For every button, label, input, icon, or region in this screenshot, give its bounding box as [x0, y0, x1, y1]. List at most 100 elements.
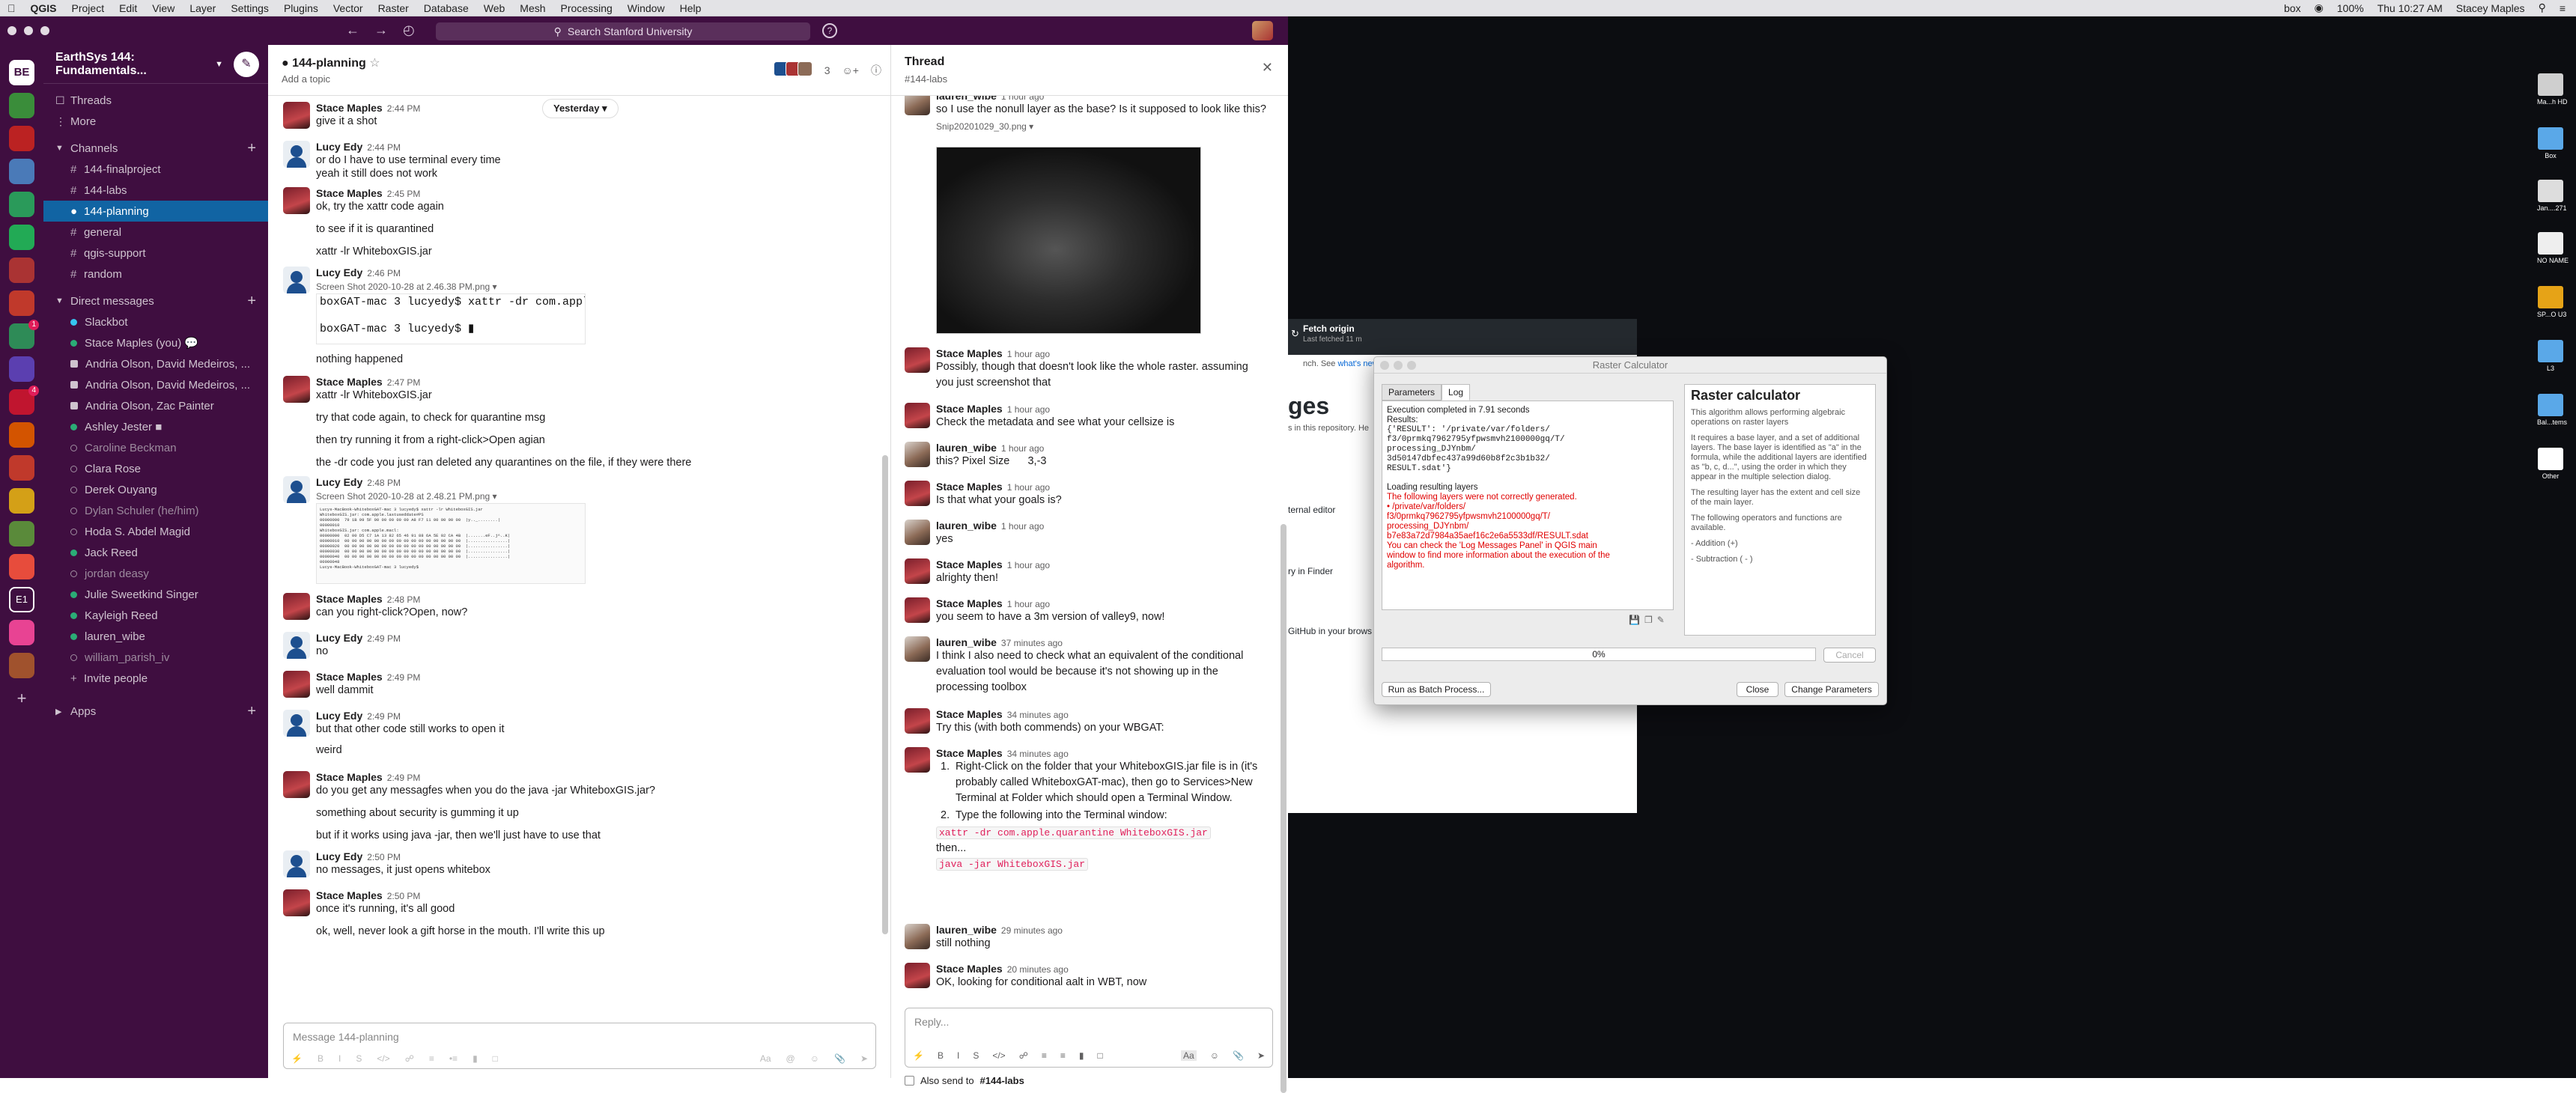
menu-layer[interactable]: Layer: [182, 2, 223, 14]
menu-database[interactable]: Database: [416, 2, 476, 14]
also-send-checkbox[interactable]: [905, 1076, 914, 1086]
sidebar-dm[interactable]: Dylan Schuler (he/him): [43, 500, 268, 521]
avatar[interactable]: [905, 481, 930, 506]
workspace-icon[interactable]: [9, 422, 34, 448]
timestamp[interactable]: 2:44 PM: [387, 103, 421, 114]
workspace-icon[interactable]: [9, 126, 34, 151]
screenshot-terminal[interactable]: boxGAT-mac 3 lucyedy$ xattr -dr com.appl…: [316, 293, 586, 344]
timestamp[interactable]: 20 minutes ago: [1007, 964, 1069, 975]
workspace-icon[interactable]: [9, 159, 34, 184]
copy-log-icon[interactable]: ❐: [1644, 615, 1653, 625]
author[interactable]: Stace Maples: [316, 376, 383, 388]
workspace-icon[interactable]: [9, 258, 34, 283]
author[interactable]: Stace Maples: [936, 403, 1003, 415]
workspace-icon[interactable]: [9, 192, 34, 217]
sidebar-dm[interactable]: Caroline Beckman: [43, 437, 268, 458]
timestamp[interactable]: 1 hour ago: [1007, 560, 1050, 570]
add-dm-icon[interactable]: +: [247, 293, 256, 310]
back-arrow-icon[interactable]: ←: [346, 22, 359, 38]
close-window-button[interactable]: [1380, 361, 1389, 370]
timestamp[interactable]: 29 minutes ago: [1001, 925, 1063, 936]
timestamp[interactable]: 2:46 PM: [367, 268, 401, 278]
caret-right-icon[interactable]: ▶: [55, 707, 70, 716]
avatar[interactable]: [283, 267, 310, 293]
help-panel[interactable]: Raster calculator This algorithm allows …: [1684, 384, 1876, 636]
author[interactable]: lauren_wibe: [936, 96, 997, 102]
log-panel[interactable]: Execution completed in 7.91 seconds Resul…: [1382, 401, 1674, 610]
sidebar-dm[interactable]: Andria Olson, David Medeiros, ...: [43, 374, 268, 395]
workspace-icon[interactable]: [9, 93, 34, 118]
caret-down-icon[interactable]: ▼: [55, 144, 70, 153]
sidebar-dm[interactable]: lauren_wibe: [43, 626, 268, 647]
sidebar-threads[interactable]: ☐ Threads: [43, 90, 268, 111]
thread-channel[interactable]: #144-labs: [905, 73, 947, 85]
add-workspace-icon[interactable]: +: [9, 686, 34, 711]
emoji-icon[interactable]: ☺: [1210, 1050, 1219, 1061]
code-block-icon[interactable]: □: [493, 1053, 498, 1064]
bullet-list-icon[interactable]: ≡: [1042, 1050, 1047, 1061]
avatar[interactable]: [905, 403, 930, 428]
ordered-list-icon[interactable]: ≡: [1060, 1050, 1066, 1061]
info-icon[interactable]: ⓘ: [871, 63, 881, 78]
desktop-item-hd[interactable]: Ma...h HD: [2537, 73, 2568, 106]
sidebar-dm[interactable]: Julie Sweetkind Singer: [43, 584, 268, 605]
timestamp[interactable]: 34 minutes ago: [1007, 749, 1069, 759]
apps-section[interactable]: ▶ Apps +: [43, 701, 268, 722]
menu-app-name[interactable]: QGIS: [23, 2, 64, 14]
avatar[interactable]: [283, 376, 310, 403]
search-icon[interactable]: ⚲: [2539, 1, 2546, 14]
timestamp[interactable]: 2:44 PM: [367, 142, 401, 153]
bullet-list-icon[interactable]: •≡: [449, 1053, 458, 1064]
sidebar-dm[interactable]: Kayleigh Reed: [43, 605, 268, 626]
desktop-item-other[interactable]: Other: [2537, 448, 2564, 480]
workspace-icon[interactable]: [9, 455, 34, 481]
code-icon[interactable]: </>: [992, 1050, 1005, 1061]
link-icon[interactable]: ☍: [405, 1053, 414, 1064]
ordered-list-icon[interactable]: ≡: [429, 1053, 434, 1064]
control-center-icon[interactable]: ≡: [2560, 2, 2566, 14]
channels-section[interactable]: ▼ Channels +: [43, 138, 268, 159]
workspace-e1[interactable]: E1: [9, 587, 34, 612]
menu-view[interactable]: View: [145, 2, 182, 14]
reply-input[interactable]: Reply... ⚡ B I S </> ☍ ≡ ≡ ▮ □ Aa ☺ 📎 ➤: [905, 1008, 1273, 1068]
format-icon[interactable]: Aa: [760, 1053, 771, 1064]
star-icon[interactable]: ☆: [369, 57, 380, 70]
timestamp[interactable]: 2:49 PM: [387, 672, 421, 683]
workspace-icon[interactable]: [9, 290, 34, 316]
menu-project[interactable]: Project: [64, 2, 112, 14]
sidebar-dm[interactable]: Clara Rose: [43, 458, 268, 479]
mention-icon[interactable]: @: [786, 1053, 795, 1064]
attach-icon[interactable]: 📎: [1233, 1050, 1244, 1061]
raster-screenshot-image[interactable]: [936, 147, 1201, 334]
author[interactable]: Stace Maples: [316, 187, 383, 199]
sidebar-channel-active[interactable]: ● 144-planning: [43, 201, 268, 222]
menu-help[interactable]: Help: [672, 2, 709, 14]
sidebar-dm[interactable]: Slackbot: [43, 311, 268, 332]
author[interactable]: lauren_wibe: [936, 636, 997, 648]
sidebar-more[interactable]: ⋮ More: [43, 111, 268, 132]
workspace-icon[interactable]: [9, 356, 34, 382]
run-batch-button[interactable]: Run as Batch Process...: [1382, 682, 1491, 697]
date-divider-pill[interactable]: Yesterday ▾: [542, 99, 619, 118]
menu-web[interactable]: Web: [476, 2, 513, 14]
avatar[interactable]: [905, 597, 930, 623]
sidebar-dm[interactable]: Andria Olson, David Medeiros, ...: [43, 353, 268, 374]
author[interactable]: Stace Maples: [936, 481, 1003, 493]
user-avatar[interactable]: [1252, 21, 1273, 40]
author[interactable]: Lucy Edy: [316, 141, 362, 153]
avatar[interactable]: [905, 347, 930, 373]
sidebar-dm[interactable]: Jack Reed: [43, 542, 268, 563]
avatar[interactable]: [905, 636, 930, 662]
file-attachment-name[interactable]: Screen Shot 2020-10-28 at 2.46.38 PM.png…: [316, 281, 497, 292]
clear-log-icon[interactable]: ✎: [1657, 615, 1665, 625]
author[interactable]: lauren_wibe: [936, 924, 997, 936]
lightning-icon[interactable]: ⚡: [913, 1050, 924, 1061]
minimize-window-button[interactable]: [1394, 361, 1403, 370]
sidebar-dm[interactable]: jordan deasy: [43, 563, 268, 584]
avatar[interactable]: [283, 141, 310, 168]
author[interactable]: Lucy Edy: [316, 850, 362, 862]
menu-edit[interactable]: Edit: [112, 2, 145, 14]
author[interactable]: Stace Maples: [936, 597, 1003, 609]
avatar[interactable]: [905, 558, 930, 584]
desktop-item-jan[interactable]: Jan....271: [2537, 180, 2567, 212]
